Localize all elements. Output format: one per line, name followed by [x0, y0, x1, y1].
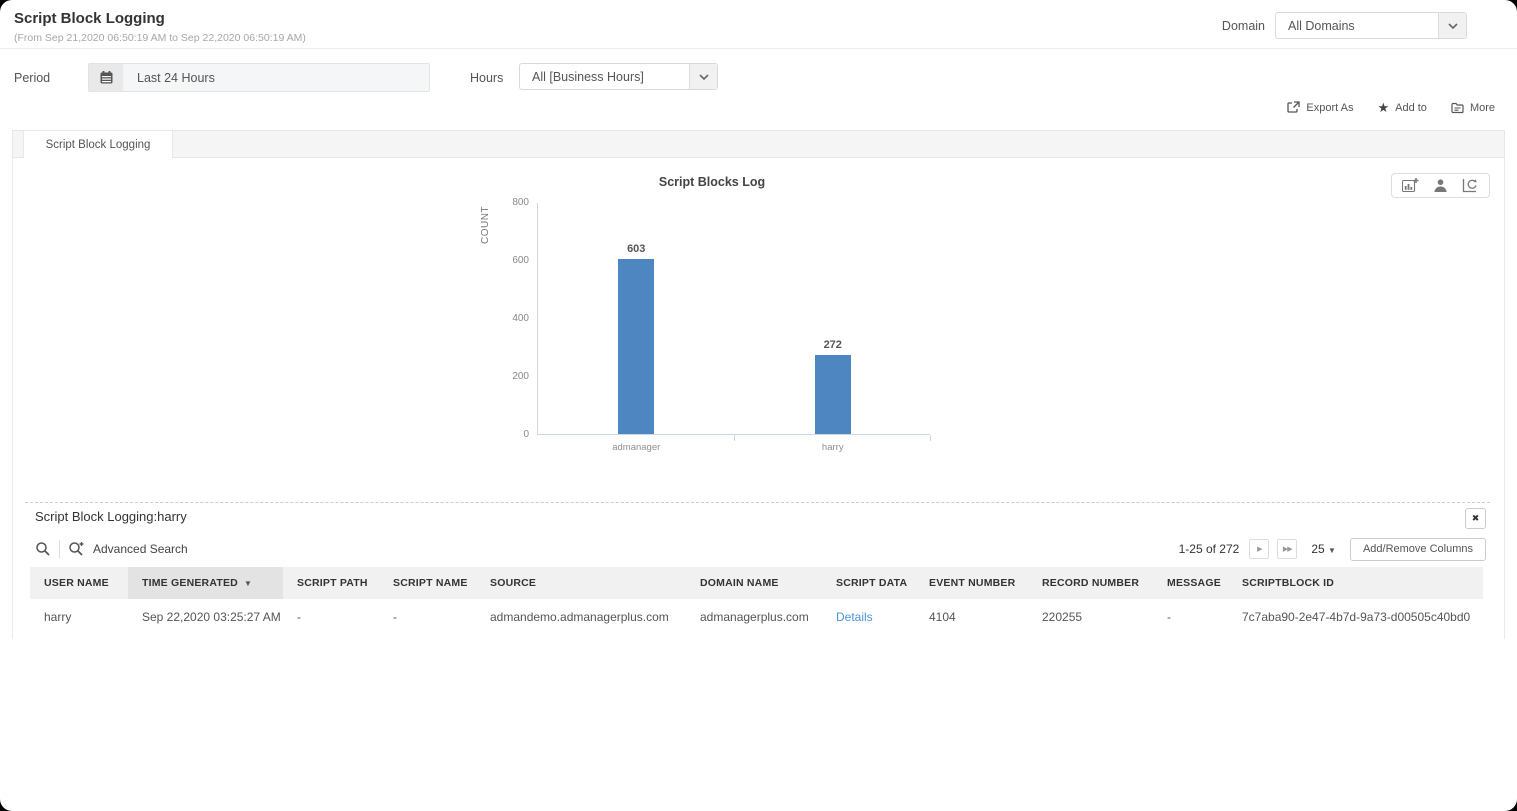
y-axis-tick-label: 800 — [489, 197, 529, 208]
more-button[interactable]: More — [1451, 102, 1495, 114]
add-to-button[interactable]: ★ Add to — [1377, 101, 1426, 114]
col-script-path[interactable]: SCRIPT PATH — [283, 567, 379, 599]
report-toolbar: Export As ★ Add to More — [1287, 101, 1495, 114]
x-axis-category-label: harry — [783, 442, 883, 453]
advanced-search-label[interactable]: Advanced Search — [93, 542, 188, 556]
star-icon: ★ — [1377, 101, 1389, 114]
tab-script-block-logging[interactable]: Script Block Logging — [23, 131, 173, 159]
report-date-range: (From Sep 21,2020 06:50:19 AM to Sep 22,… — [14, 32, 306, 44]
user-report-icon[interactable] — [1433, 178, 1448, 193]
col-user-name[interactable]: USER NAME — [30, 567, 128, 599]
page-size-dropdown[interactable]: 25 ▼ — [1311, 542, 1336, 556]
hours-select[interactable]: All [Business Hours] — [519, 63, 718, 90]
cell-script-path: - — [283, 599, 379, 635]
table-header-row: USER NAME TIME GENERATED ▼ SCRIPT PATH SC… — [30, 567, 1483, 599]
y-axis-tick-label: 600 — [489, 255, 529, 266]
folder-icon — [1451, 102, 1464, 114]
bar-value-label: 272 — [798, 339, 868, 351]
detail-controls: Advanced Search 1-25 of 272 ▶ ▶▶ 25 ▼ Ad… — [35, 536, 1486, 562]
sort-desc-icon: ▼ — [244, 579, 252, 588]
tab-bar: Script Block Logging — [12, 130, 1505, 158]
chart-plot: 0200400600800603admanager272harry — [537, 203, 930, 435]
add-remove-columns-button[interactable]: Add/Remove Columns — [1350, 538, 1486, 561]
cell-message: - — [1153, 599, 1228, 635]
chart-toolbar — [1391, 173, 1490, 198]
export-as-label: Export As — [1306, 102, 1353, 114]
page-title: Script Block Logging — [14, 10, 165, 27]
search-controls: Advanced Search — [35, 540, 188, 558]
log-table: USER NAME TIME GENERATED ▼ SCRIPT PATH SC… — [30, 567, 1483, 635]
script-block-logging-page: Script Block Logging (From Sep 21,2020 0… — [0, 0, 1517, 811]
x-axis-tick — [734, 435, 735, 441]
chevron-down-icon — [689, 64, 717, 89]
search-icon[interactable] — [35, 541, 51, 557]
last-page-button[interactable]: ▶▶ — [1277, 539, 1297, 559]
cell-time-generated: Sep 22,2020 03:25:27 AM — [128, 599, 283, 635]
cell-user-name: harry — [30, 599, 128, 635]
cell-event-number: 4104 — [915, 599, 1028, 635]
col-event-number[interactable]: EVENT NUMBER — [915, 567, 1028, 599]
col-time-generated[interactable]: TIME GENERATED ▼ — [128, 567, 283, 599]
domain-label: Domain — [1222, 19, 1265, 33]
add-to-label: Add to — [1395, 102, 1427, 114]
caret-down-icon: ▼ — [1328, 546, 1336, 555]
cell-script-data: Details — [822, 599, 915, 635]
detail-panel-title: Script Block Logging:harry — [35, 509, 187, 524]
close-icon[interactable]: ✖ — [1465, 508, 1486, 529]
hours-select-value: All [Business Hours] — [520, 70, 656, 84]
chart-title: Script Blocks Log — [497, 175, 927, 189]
col-source[interactable]: SOURCE — [476, 567, 686, 599]
col-scriptblock-id[interactable]: SCRIPTBLOCK ID — [1228, 567, 1483, 599]
bar-harry[interactable] — [815, 355, 851, 434]
more-label: More — [1470, 102, 1495, 114]
period-input[interactable]: Last 24 Hours — [123, 64, 429, 91]
table-row: harry Sep 22,2020 03:25:27 AM - - admand… — [30, 599, 1483, 635]
col-script-name[interactable]: SCRIPT NAME — [379, 567, 476, 599]
period-label: Period — [14, 71, 50, 85]
calendar-icon[interactable] — [89, 64, 123, 91]
col-domain-name[interactable]: DOMAIN NAME — [686, 567, 822, 599]
cell-domain-name: admanagerplus.com — [686, 599, 822, 635]
x-axis-tick — [930, 435, 931, 441]
detail-panel: Script Block Logging:harry ✖ Advanced Se… — [25, 502, 1490, 638]
period-field: Last 24 Hours — [88, 63, 430, 92]
hours-label: Hours — [470, 71, 503, 85]
bar-admanager[interactable] — [618, 259, 654, 434]
next-page-button[interactable]: ▶ — [1249, 539, 1269, 559]
domain-select-value: All Domains — [1276, 19, 1367, 33]
cell-record-number: 220255 — [1028, 599, 1153, 635]
domain-filter: Domain All Domains — [1222, 12, 1467, 39]
pagination-range: 1-25 of 272 — [1179, 542, 1240, 556]
add-chart-icon[interactable] — [1402, 178, 1419, 193]
chevron-down-icon — [1438, 13, 1466, 38]
divider — [59, 540, 60, 558]
page-size-value: 25 — [1311, 542, 1324, 556]
y-axis-tick-label: 0 — [489, 429, 529, 440]
col-record-number[interactable]: RECORD NUMBER — [1028, 567, 1153, 599]
y-axis-tick-label: 400 — [489, 313, 529, 324]
chart-refresh-icon[interactable] — [1462, 178, 1479, 193]
cell-source: admandemo.admanagerplus.com — [476, 599, 686, 635]
bar-value-label: 603 — [601, 243, 671, 255]
x-axis-category-label: admanager — [586, 442, 686, 453]
cell-scriptblock-id: 7c7aba90-2e47-4b7d-9a73-d00505c40bd0 — [1228, 599, 1483, 635]
cell-script-name: - — [379, 599, 476, 635]
export-icon — [1287, 101, 1300, 114]
advanced-search-icon[interactable] — [68, 541, 85, 557]
header-divider — [0, 48, 1517, 49]
domain-select[interactable]: All Domains — [1275, 12, 1467, 39]
col-message[interactable]: MESSAGE — [1153, 567, 1228, 599]
details-link[interactable]: Details — [836, 610, 873, 624]
pagination-controls: 1-25 of 272 ▶ ▶▶ 25 ▼ Add/Remove Columns — [1179, 538, 1486, 561]
col-script-data[interactable]: SCRIPT DATA — [822, 567, 915, 599]
col-time-generated-label: TIME GENERATED — [142, 577, 238, 589]
y-axis-tick-label: 200 — [489, 371, 529, 382]
export-as-button[interactable]: Export As — [1287, 101, 1353, 114]
